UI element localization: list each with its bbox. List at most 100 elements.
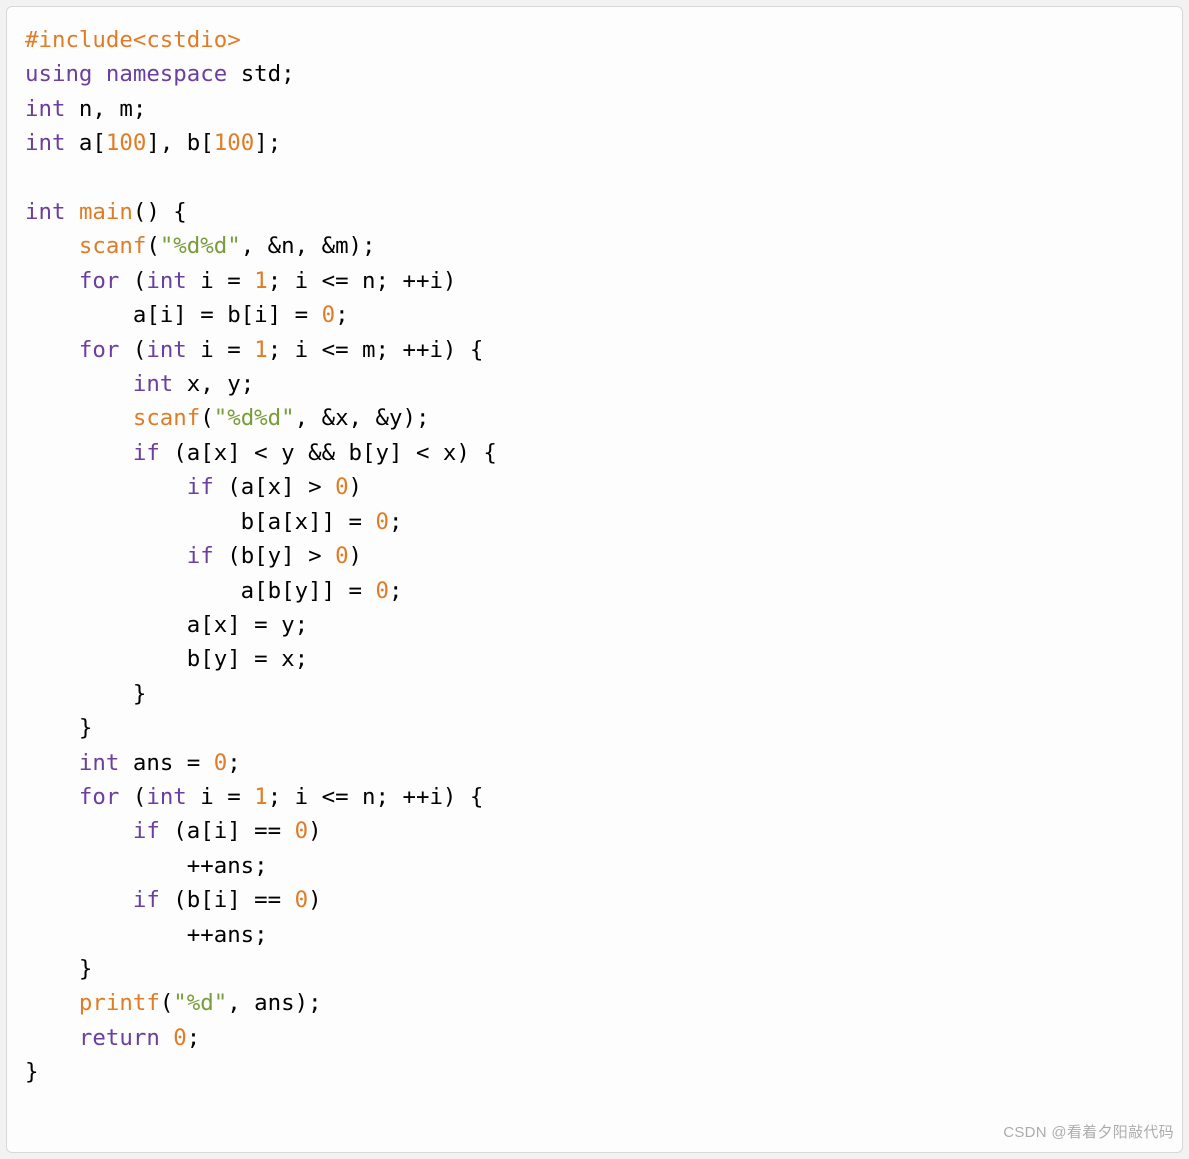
code-token <box>25 440 133 466</box>
code-line <box>25 161 1164 195</box>
code-token: int <box>146 268 186 294</box>
code-line: for (int i = 1; i <= m; ++i) { <box>25 333 1164 367</box>
code-token: if <box>187 474 214 500</box>
code-line: ++ans; <box>25 849 1164 883</box>
code-token: ; i <= n; ++i) { <box>268 784 484 810</box>
code-token: if <box>133 887 160 913</box>
code-token: std; <box>227 61 294 87</box>
code-line: } <box>25 952 1164 986</box>
code-token: } <box>25 956 92 982</box>
code-token: ; <box>389 509 402 535</box>
code-line: } <box>25 677 1164 711</box>
code-token: 0 <box>376 578 389 604</box>
code-line: int x, y; <box>25 367 1164 401</box>
code-token: ) <box>349 543 362 569</box>
code-token: ; <box>227 750 240 776</box>
code-token: a[ <box>65 130 105 156</box>
code-token <box>25 371 133 397</box>
code-token <box>25 337 79 363</box>
code-token: ( <box>200 405 213 431</box>
code-token: 0 <box>214 750 227 776</box>
code-token: } <box>25 1059 38 1085</box>
code-token: b[a[x]] = <box>25 509 376 535</box>
code-token: 1 <box>254 268 267 294</box>
code-line: for (int i = 1; i <= n; ++i) { <box>25 780 1164 814</box>
code-line: return 0; <box>25 1021 1164 1055</box>
code-token: , ans); <box>227 990 321 1016</box>
code-token: (b[i] == <box>160 887 295 913</box>
code-token: if <box>187 543 214 569</box>
code-token: #include<cstdio> <box>25 27 241 53</box>
code-token <box>25 268 79 294</box>
code-token: 1 <box>254 337 267 363</box>
code-line: if (a[x] > 0) <box>25 470 1164 504</box>
code-token: 0 <box>376 509 389 535</box>
code-token: int <box>146 337 186 363</box>
code-token: scanf <box>79 233 146 259</box>
code-token <box>92 61 105 87</box>
code-line: for (int i = 1; i <= n; ++i) <box>25 264 1164 298</box>
code-token: ( <box>119 337 146 363</box>
code-token: main <box>79 199 133 225</box>
code-token: (a[x] < y && b[y] < x) { <box>160 440 497 466</box>
code-line: int main() { <box>25 195 1164 229</box>
code-line: a[b[y]] = 0; <box>25 574 1164 608</box>
code-token: ) <box>308 818 321 844</box>
code-token: 100 <box>106 130 146 156</box>
code-line: #include<cstdio> <box>25 23 1164 57</box>
code-token: i = <box>187 337 254 363</box>
code-token: return <box>79 1025 160 1051</box>
code-line: using namespace std; <box>25 57 1164 91</box>
code-token <box>25 750 79 776</box>
code-token: if <box>133 440 160 466</box>
code-token: for <box>79 268 119 294</box>
code-token: "%d%d" <box>160 233 241 259</box>
code-token: a[i] = b[i] = <box>25 302 322 328</box>
code-token: ( <box>119 268 146 294</box>
code-token <box>160 1025 173 1051</box>
code-token <box>25 405 133 431</box>
code-token <box>25 818 133 844</box>
code-token: 1 <box>254 784 267 810</box>
code-token: ; i <= m; ++i) { <box>268 337 484 363</box>
code-token: printf <box>79 990 160 1016</box>
code-token: x, y; <box>173 371 254 397</box>
code-token: i = <box>187 268 254 294</box>
code-line: scanf("%d%d", &x, &y); <box>25 401 1164 435</box>
code-block: #include<cstdio> using namespace std; int … <box>6 6 1183 1153</box>
code-lines-container: #include<cstdio> using namespace std; int … <box>25 23 1164 1090</box>
code-token: ]; <box>254 130 281 156</box>
code-token: n, m; <box>65 96 146 122</box>
code-line: b[y] = x; <box>25 642 1164 676</box>
code-token: namespace <box>106 61 227 87</box>
code-token: } <box>25 715 92 741</box>
code-token: int <box>79 750 119 776</box>
code-token: using <box>25 61 92 87</box>
code-line: if (b[i] == 0) <box>25 883 1164 917</box>
code-token: if <box>133 818 160 844</box>
code-token: ++ans; <box>25 853 268 879</box>
code-token: int <box>25 130 65 156</box>
code-token: "%d%d" <box>214 405 295 431</box>
code-token: ) <box>349 474 362 500</box>
code-token: ( <box>146 233 159 259</box>
code-token: ; <box>335 302 348 328</box>
code-line: a[i] = b[i] = 0; <box>25 298 1164 332</box>
code-token: a[b[y]] = <box>25 578 376 604</box>
code-token: 0 <box>335 543 348 569</box>
code-token: (a[x] > <box>214 474 335 500</box>
watermark-text: CSDN @看着夕阳敲代码 <box>1003 1116 1174 1150</box>
code-token: ( <box>160 990 173 1016</box>
code-token <box>25 543 187 569</box>
code-line: ++ans; <box>25 918 1164 952</box>
code-token: 0 <box>322 302 335 328</box>
code-token <box>25 990 79 1016</box>
code-line: } <box>25 711 1164 745</box>
code-token: ans = <box>119 750 213 776</box>
code-token: for <box>79 337 119 363</box>
code-line: a[x] = y; <box>25 608 1164 642</box>
code-line: scanf("%d%d", &n, &m); <box>25 229 1164 263</box>
code-token: 0 <box>173 1025 186 1051</box>
code-token: scanf <box>133 405 200 431</box>
code-token: ; <box>187 1025 200 1051</box>
